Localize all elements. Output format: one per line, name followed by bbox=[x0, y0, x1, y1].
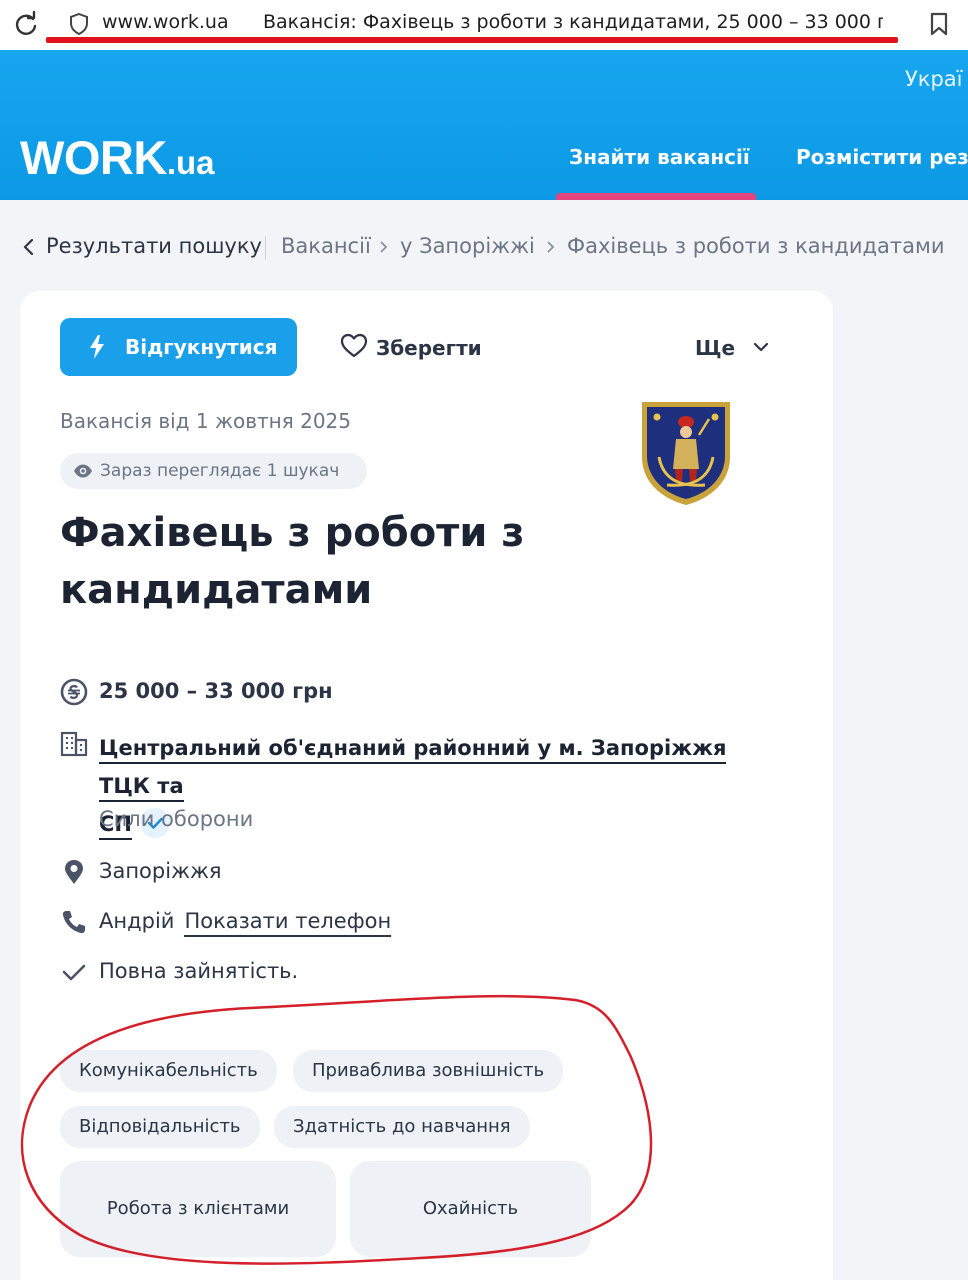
chevron-right-icon bbox=[547, 241, 555, 253]
contact-name: Андрій bbox=[99, 909, 175, 933]
logo-tld: .ua bbox=[166, 144, 215, 181]
bookmark-icon[interactable] bbox=[928, 11, 950, 37]
shield-icon[interactable] bbox=[68, 12, 90, 36]
company-logo[interactable] bbox=[639, 399, 733, 507]
building-icon bbox=[60, 731, 88, 757]
more-label: Ще bbox=[695, 336, 736, 360]
site-logo[interactable]: WORK.ua bbox=[20, 130, 215, 185]
site-header: Украї WORK.ua Знайти вакансії Розмістити… bbox=[0, 50, 968, 200]
breadcrumb-item-current: Фахівець з роботи з кандидатами bbox=[567, 234, 945, 258]
nav-find-vacancies[interactable]: Знайти вакансії bbox=[569, 145, 750, 169]
nav-active-indicator bbox=[556, 193, 756, 200]
location-pin-icon bbox=[65, 860, 83, 884]
posted-date: Вакансія від 1 жовтня 2025 bbox=[60, 409, 351, 433]
skill-tag: Відповідальність bbox=[60, 1106, 260, 1148]
lightning-icon bbox=[90, 335, 104, 359]
breadcrumb-item-vacancies[interactable]: Вакансії bbox=[281, 234, 371, 258]
skill-tag: Охайність bbox=[350, 1161, 591, 1257]
url-host[interactable]: www.work.ua bbox=[102, 11, 229, 33]
breadcrumb-back-results[interactable]: Результати пошуку bbox=[46, 234, 262, 258]
vacancy-card: Відгукнутися Зберегти Ще Вакансія від 1 … bbox=[20, 291, 833, 1280]
employment-text: Повна зайнятість. bbox=[99, 959, 299, 983]
breadcrumb-item-city[interactable]: у Запоріжжі bbox=[400, 234, 535, 258]
city-text: Запоріжжя bbox=[99, 859, 222, 883]
reload-icon[interactable] bbox=[12, 10, 40, 38]
skill-tag: Робота з клієнтами bbox=[60, 1161, 336, 1257]
company-category: Сили оборони bbox=[99, 807, 254, 831]
viewers-text: Зараз переглядає 1 шукач bbox=[100, 461, 340, 481]
apply-label: Відгукнутися bbox=[125, 335, 278, 359]
page-tab-title[interactable]: Вакансія: Фахівець з роботи з кандидатам… bbox=[263, 11, 883, 33]
company-name-line1[interactable]: Центральний об'єднаний районний у м. Зап… bbox=[99, 736, 727, 802]
skill-tag: Здатність до навчання bbox=[274, 1106, 530, 1148]
annotation-underline bbox=[46, 37, 898, 43]
apply-button[interactable]: Відгукнутися bbox=[60, 318, 297, 376]
hryvnia-icon bbox=[60, 678, 88, 706]
browser-address-bar: www.work.ua Вакансія: Фахівець з роботи … bbox=[0, 0, 968, 50]
breadcrumb: Результати пошуку Вакансії у Запоріжжі Ф… bbox=[0, 200, 968, 292]
nav-post-resume[interactable]: Розмістити резю bbox=[796, 145, 968, 169]
chevron-down-icon bbox=[753, 342, 769, 352]
language-switch[interactable]: Украї bbox=[905, 67, 963, 91]
chevron-right-icon bbox=[380, 241, 388, 253]
contact-text: Андрій Показати телефон bbox=[99, 909, 392, 937]
checkmark-icon bbox=[62, 964, 86, 981]
save-label: Зберегти bbox=[376, 336, 482, 360]
eye-icon bbox=[74, 464, 92, 478]
salary-text: 25 000 – 33 000 грн bbox=[99, 679, 333, 703]
logo-main: WORK bbox=[20, 131, 167, 184]
skill-tag: Комунікабельність bbox=[60, 1050, 277, 1092]
viewers-badge: Зараз переглядає 1 шукач bbox=[60, 453, 367, 489]
more-dropdown[interactable]: Ще bbox=[695, 331, 785, 365]
job-title: Фахівець з роботи з кандидатами bbox=[60, 510, 525, 613]
heart-icon bbox=[340, 333, 368, 358]
phone-icon bbox=[62, 911, 85, 934]
breadcrumb-divider bbox=[265, 236, 266, 260]
save-button[interactable]: Зберегти bbox=[340, 331, 490, 365]
skill-tag: Приваблива зовнішність bbox=[293, 1050, 564, 1092]
show-phone-link[interactable]: Показати телефон bbox=[184, 909, 392, 937]
chevron-left-icon[interactable] bbox=[22, 238, 36, 256]
